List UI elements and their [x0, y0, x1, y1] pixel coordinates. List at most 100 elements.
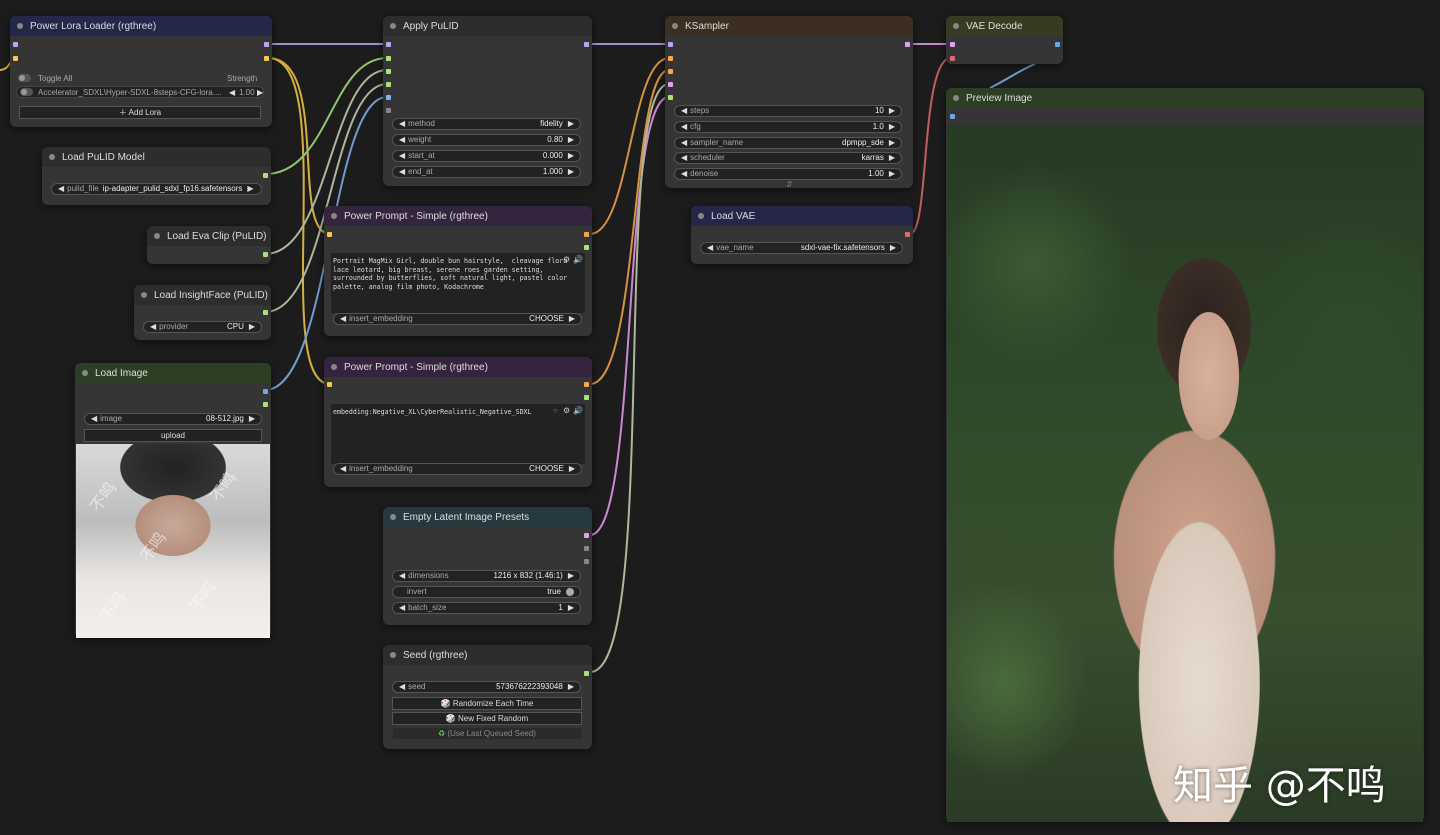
- right-arrow-icon[interactable]: ▶: [568, 118, 574, 130]
- collapse-dot-icon[interactable]: [390, 652, 396, 658]
- face-analysis-input-slot[interactable]: [386, 82, 391, 87]
- power-prompt-negative-node[interactable]: Power Prompt - Simple (rgthree) embeddin…: [324, 357, 592, 487]
- left-arrow-icon[interactable]: ◀: [399, 150, 405, 162]
- collapse-dot-icon[interactable]: [82, 370, 88, 376]
- attn-mask-input-slot[interactable]: [386, 108, 391, 113]
- collapse-dot-icon[interactable]: [698, 213, 704, 219]
- collapse-dot-icon[interactable]: [141, 292, 147, 298]
- image-output-slot[interactable]: [1055, 42, 1060, 47]
- conditioning-output-slot[interactable]: [584, 382, 589, 387]
- conditioning-output-slot[interactable]: [584, 232, 589, 237]
- right-arrow-icon[interactable]: ▶: [568, 150, 574, 162]
- lora-strength[interactable]: 1.00: [239, 88, 255, 97]
- seed-number[interactable]: ◀ seed 573676222393048 ▶: [392, 681, 581, 693]
- node-header[interactable]: Power Prompt - Simple (rgthree): [324, 357, 592, 377]
- left-arrow-icon[interactable]: ◀: [399, 118, 405, 130]
- node-header[interactable]: Empty Latent Image Presets: [383, 507, 592, 527]
- speaker-icon[interactable]: 🔊: [573, 255, 583, 264]
- right-arrow-icon[interactable]: ▶: [568, 681, 574, 693]
- left-arrow-icon[interactable]: ◀: [399, 570, 405, 582]
- lora-row[interactable]: Accelerator_SDXL\Hyper-SDXL-8steps-CFG-l…: [16, 86, 264, 98]
- prompt-textarea[interactable]: embedding:Negative_XL\CyberRealistic_Neg…: [331, 404, 585, 464]
- right-arrow-icon[interactable]: ▶: [568, 134, 574, 146]
- resize-handle-icon[interactable]: ⇵: [786, 180, 793, 189]
- right-arrow-icon[interactable]: ▶: [568, 570, 574, 582]
- right-arrow-icon[interactable]: ▶: [889, 168, 895, 180]
- start-at-number[interactable]: ◀ start_at 0.000 ▶: [392, 150, 581, 162]
- load-pulid-model-node[interactable]: Load PuLID Model ◀ pulid_file ip-adapter_p…: [42, 147, 271, 205]
- node-header[interactable]: Power Lora Loader (rgthree): [10, 16, 272, 36]
- right-arrow-icon[interactable]: ▶: [568, 602, 574, 614]
- node-header[interactable]: Power Prompt - Simple (rgthree): [324, 206, 592, 226]
- negative-input-slot[interactable]: [668, 69, 673, 74]
- load-image-node[interactable]: Load Image ◀ image 08-512.jpg ▶ upload 不鸣 不…: [75, 363, 271, 638]
- collapse-dot-icon[interactable]: [331, 213, 337, 219]
- seed-input-slot[interactable]: [668, 95, 673, 100]
- clip-output-slot[interactable]: [264, 56, 269, 61]
- left-arrow-icon[interactable]: ◀: [399, 134, 405, 146]
- insert-embedding-combo[interactable]: ◀ insert_embedding CHOOSE ▶: [333, 463, 582, 475]
- toggle-all-switch[interactable]: [18, 74, 31, 82]
- vae-decode-node[interactable]: VAE Decode: [946, 16, 1063, 64]
- right-arrow-icon[interactable]: ▶: [889, 152, 895, 164]
- left-arrow-icon[interactable]: ◀: [399, 681, 405, 693]
- model-input-slot[interactable]: [668, 42, 673, 47]
- pulid-file-combo[interactable]: ◀ pulid_file ip-adapter_pulid_sdxl_fp16.sa…: [51, 183, 262, 195]
- randomize-each-time-button[interactable]: 🎲 Randomize Each Time: [392, 697, 582, 710]
- node-header[interactable]: Seed (rgthree): [383, 645, 592, 665]
- seed-node[interactable]: Seed (rgthree) ◀ seed 573676222393048 ▶ 🎲 R…: [383, 645, 592, 749]
- load-eva-clip-node[interactable]: Load Eva Clip (PuLID): [147, 226, 271, 264]
- dimensions-combo[interactable]: ◀ dimensions 1216 x 832 (1.46:1) ▶: [392, 570, 581, 582]
- lora-name[interactable]: Accelerator_SDXL\Hyper-SDXL-8steps-CFG-l…: [38, 88, 224, 97]
- speaker-icon[interactable]: 🔊: [573, 406, 583, 415]
- left-arrow-icon[interactable]: ◀: [681, 121, 687, 133]
- mask-output-slot[interactable]: [263, 402, 268, 407]
- node-header[interactable]: Load PuLID Model: [42, 147, 271, 167]
- left-arrow-icon[interactable]: ◀: [399, 602, 405, 614]
- model-input-slot[interactable]: [386, 42, 391, 47]
- eva-clip-input-slot[interactable]: [386, 69, 391, 74]
- collapse-dot-icon[interactable]: [49, 154, 55, 160]
- collapse-dot-icon[interactable]: [17, 23, 23, 29]
- latent-output-slot[interactable]: [905, 42, 910, 47]
- samples-input-slot[interactable]: [950, 42, 955, 47]
- latent-input-slot[interactable]: [668, 82, 673, 87]
- left-arrow-icon[interactable]: ◀: [91, 413, 97, 425]
- positive-input-slot[interactable]: [668, 56, 673, 61]
- left-arrow-icon[interactable]: ◀: [681, 152, 687, 164]
- right-arrow-icon[interactable]: ▶: [249, 413, 255, 425]
- right-arrow-icon[interactable]: ▶: [889, 137, 895, 149]
- gear-icon[interactable]: ⚙: [563, 406, 570, 415]
- power-lora-loader-node[interactable]: Power Lora Loader (rgthree) Toggle All S…: [10, 16, 272, 127]
- left-arrow-icon[interactable]: ◀: [681, 137, 687, 149]
- apply-pulid-node[interactable]: Apply PuLID ◀ method fidelity ▶ ◀ weight 0.80…: [383, 16, 592, 186]
- lora-strength-right-arrow[interactable]: ▶: [257, 88, 263, 97]
- vae-input-slot[interactable]: [950, 56, 955, 61]
- model-output-slot[interactable]: [264, 42, 269, 47]
- node-header[interactable]: Preview Image: [946, 88, 1424, 108]
- left-arrow-icon[interactable]: ◀: [399, 166, 405, 178]
- node-header[interactable]: VAE Decode: [946, 16, 1063, 36]
- collapse-dot-icon[interactable]: [953, 23, 959, 29]
- node-header[interactable]: Load VAE: [691, 206, 913, 226]
- left-arrow-icon[interactable]: ◀: [58, 183, 64, 195]
- text-output-slot[interactable]: [584, 245, 589, 250]
- left-arrow-icon[interactable]: ◀: [681, 105, 687, 117]
- right-arrow-icon[interactable]: ▶: [890, 242, 896, 254]
- new-fixed-random-button[interactable]: 🎲 New Fixed Random: [392, 712, 582, 725]
- method-combo[interactable]: ◀ method fidelity ▶: [392, 118, 581, 130]
- cfg-number[interactable]: ◀ cfg 1.0 ▶: [674, 121, 902, 133]
- collapse-dot-icon[interactable]: [953, 95, 959, 101]
- batch-size-number[interactable]: ◀ batch_size 1 ▶: [392, 602, 581, 614]
- left-arrow-icon[interactable]: ◀: [681, 168, 687, 180]
- right-arrow-icon[interactable]: ▶: [249, 321, 255, 333]
- collapse-dot-icon[interactable]: [672, 23, 678, 29]
- right-arrow-icon[interactable]: ▶: [247, 183, 253, 195]
- clip-input-slot[interactable]: [13, 56, 18, 61]
- power-prompt-positive-node[interactable]: Power Prompt - Simple (rgthree) Portrait…: [324, 206, 592, 336]
- image-output-slot[interactable]: [263, 389, 268, 394]
- collapse-dot-icon[interactable]: [331, 364, 337, 370]
- image-combo[interactable]: ◀ image 08-512.jpg ▶: [84, 413, 262, 425]
- left-arrow-icon[interactable]: ◀: [340, 463, 346, 475]
- model-input-slot[interactable]: [13, 42, 18, 47]
